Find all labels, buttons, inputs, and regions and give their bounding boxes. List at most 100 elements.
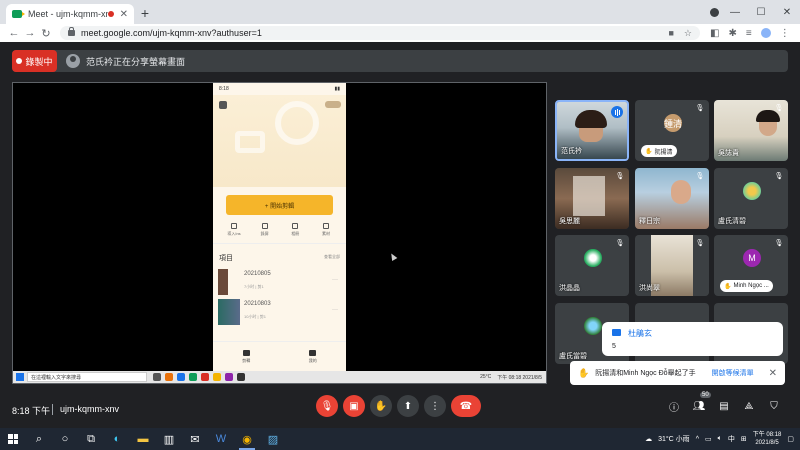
chat-notification[interactable]: 杜鵑玄 5 bbox=[602, 322, 783, 356]
back-icon[interactable]: ← bbox=[6, 27, 22, 39]
activities-button[interactable]: ⟁ bbox=[742, 399, 756, 413]
participant-tile[interactable]: 🎙︎ 盧氏清碧 bbox=[714, 168, 788, 229]
app-icon bbox=[153, 373, 161, 381]
participant-name: 釋日宗 bbox=[639, 218, 660, 225]
participant-name: 吳誌貴 bbox=[718, 150, 739, 157]
more-options-button[interactable]: ⋮ bbox=[424, 395, 446, 417]
maximize-button[interactable]: ☐ bbox=[748, 0, 774, 24]
forward-icon[interactable]: → bbox=[22, 27, 38, 39]
record-dot-icon bbox=[16, 58, 23, 64]
participant-tile[interactable]: 🎙︎ 鍾清 ✋ 阮揚清 bbox=[635, 100, 709, 161]
mic-off-icon: 🎙︎ bbox=[615, 173, 625, 180]
ime-indicator[interactable]: 中 bbox=[728, 434, 735, 444]
notifications-icon[interactable]: ▢ bbox=[787, 435, 794, 443]
bookmark-star-icon[interactable]: ☆ bbox=[684, 28, 692, 39]
project-name: 20210805 bbox=[244, 271, 271, 277]
mic-off-icon: 🎙︎ bbox=[320, 400, 334, 412]
edge-icon[interactable]: ◐ bbox=[104, 428, 130, 450]
mic-off-icon: 🎙︎ bbox=[774, 105, 784, 112]
participant-tile[interactable]: 🎙︎ 洪尚翠 bbox=[635, 235, 709, 296]
app-icon bbox=[237, 373, 245, 381]
mouse-cursor-icon bbox=[388, 251, 398, 262]
url-text: meet.google.com/ujm-kqmm-xnv?authuser=1 bbox=[81, 28, 262, 38]
people-button[interactable]: 👥︎ bbox=[692, 399, 706, 413]
clock[interactable]: 下午 08:18 2021/8/5 bbox=[753, 431, 782, 447]
host-controls-button[interactable]: ⛉ bbox=[767, 399, 781, 413]
participant-avatar: 鍾清 bbox=[664, 114, 682, 132]
participant-tile[interactable]: 🎙︎ 釋日宗 bbox=[635, 168, 709, 229]
participant-tile[interactable]: 🎙︎ 洪晶晶 bbox=[555, 235, 629, 296]
phone-projects-more: 查看全部 bbox=[324, 254, 340, 259]
presenter-info: 范氏衿正在分享螢幕畫面 bbox=[66, 50, 185, 72]
volume-icon[interactable]: 🔈︎ bbox=[718, 435, 722, 443]
presenting-text: 范氏衿正在分享螢幕畫面 bbox=[86, 56, 186, 67]
phone-hero-banner bbox=[213, 95, 346, 187]
media-icon[interactable]: ≡ bbox=[746, 28, 752, 39]
present-button[interactable]: ⬆ bbox=[397, 395, 419, 417]
leave-call-button[interactable]: ☎ bbox=[451, 395, 481, 417]
reload-icon[interactable]: ↻ bbox=[38, 27, 54, 40]
phone-vip-badge bbox=[325, 101, 341, 108]
chat-button[interactable]: ▤ bbox=[717, 399, 731, 413]
project-thumbnail bbox=[218, 269, 228, 295]
chat-icon: ▤ bbox=[719, 400, 729, 412]
close-tab-icon[interactable]: ✕ bbox=[120, 9, 128, 20]
photos-icon[interactable]: ▨ bbox=[260, 428, 286, 450]
participant-avatar: M bbox=[743, 249, 761, 267]
chat-message-icon bbox=[612, 329, 621, 336]
meet-favicon-icon bbox=[12, 10, 25, 18]
camera-toggle-button[interactable]: ▣ bbox=[343, 395, 365, 417]
chrome-icon[interactable]: ◉ bbox=[234, 428, 260, 450]
extensions-puzzle-icon[interactable]: ✱ bbox=[728, 28, 736, 39]
close-window-button[interactable]: ✕ bbox=[774, 0, 800, 24]
more-dots-icon: ··· bbox=[332, 307, 338, 313]
participant-tile[interactable]: 🎙︎ 吳誌貴 bbox=[714, 100, 788, 161]
project-meta: 7小时 | 剪1 bbox=[244, 284, 264, 289]
tray-overflow-icon[interactable]: ^ bbox=[696, 436, 699, 443]
participant-tile[interactable]: 范氏衿 bbox=[555, 100, 629, 161]
mail-icon[interactable]: ✉ bbox=[182, 428, 208, 450]
camera-graphic-icon bbox=[235, 131, 265, 153]
ime-mode-icon[interactable]: ⊞ bbox=[741, 435, 747, 443]
word-icon[interactable]: W bbox=[208, 428, 234, 450]
profile-icon[interactable] bbox=[710, 8, 719, 17]
divider bbox=[213, 243, 346, 244]
chat-sender: 杜鵑玄 bbox=[628, 329, 652, 338]
meeting-details-button[interactable]: ⓘ bbox=[667, 399, 681, 414]
menu-dots-icon[interactable]: ⋮ bbox=[780, 28, 790, 39]
close-icon[interactable]: ✕ bbox=[769, 368, 777, 379]
present-screen-icon: ⬆ bbox=[403, 400, 413, 412]
weather-text[interactable]: 31°C 小雨 bbox=[658, 434, 690, 444]
raise-hand-button[interactable]: ✋ bbox=[370, 395, 392, 417]
cortana-icon[interactable]: ○ bbox=[52, 428, 78, 450]
account-avatar[interactable] bbox=[760, 28, 771, 38]
phone-tool: 錄屏 bbox=[254, 223, 276, 237]
phone-projects-title: 項目 bbox=[219, 255, 233, 262]
participant-tile[interactable]: 🎙︎ 吳思麗 bbox=[555, 168, 629, 229]
recording-badge[interactable]: 錄製中 bbox=[12, 50, 57, 72]
app-icon bbox=[189, 373, 197, 381]
participant-name: 盧氏清碧 bbox=[718, 218, 746, 225]
raised-hand-chip: ✋ Minh Ngọc ... bbox=[720, 280, 773, 292]
participant-avatar bbox=[743, 182, 761, 200]
new-tab-button[interactable]: + bbox=[138, 5, 152, 21]
network-icon[interactable]: ▭ bbox=[705, 435, 712, 443]
camera-in-use-icon[interactable]: ■ bbox=[668, 28, 673, 39]
meet-area: 錄製中 范氏衿正在分享螢幕畫面 8:18 ▮▮ + 開始剪輯 導入Ins 錄屏 … bbox=[0, 42, 800, 428]
task-view-icon[interactable]: ⧉ bbox=[78, 428, 104, 450]
browser-tab[interactable]: Meet - ujm-kqmm-xnv ✕ bbox=[6, 4, 134, 24]
store-icon[interactable]: ▥ bbox=[156, 428, 182, 450]
participant-name: 洪尚翠 bbox=[639, 285, 660, 292]
lock-icon bbox=[68, 27, 75, 36]
open-queue-link[interactable]: 開啟等候清單 bbox=[712, 368, 754, 378]
mic-toggle-button[interactable]: 🎙︎ bbox=[316, 395, 338, 417]
phone-start-edit-button: + 開始剪輯 bbox=[226, 195, 333, 215]
address-bar[interactable]: meet.google.com/ujm-kqmm-xnv?authuser=1 … bbox=[60, 26, 700, 40]
extension-icon[interactable]: ◧ bbox=[710, 28, 719, 39]
start-button[interactable] bbox=[0, 428, 26, 450]
browser-titlebar: Meet - ujm-kqmm-xnv ✕ + — ☐ ✕ bbox=[0, 0, 800, 24]
file-explorer-icon[interactable]: ▬ bbox=[130, 428, 156, 450]
search-icon[interactable]: ⌕ bbox=[26, 428, 52, 450]
participant-tile[interactable]: 🎙︎ M ✋ Minh Ngọc ... bbox=[714, 235, 788, 296]
minimize-button[interactable]: — bbox=[722, 0, 748, 24]
